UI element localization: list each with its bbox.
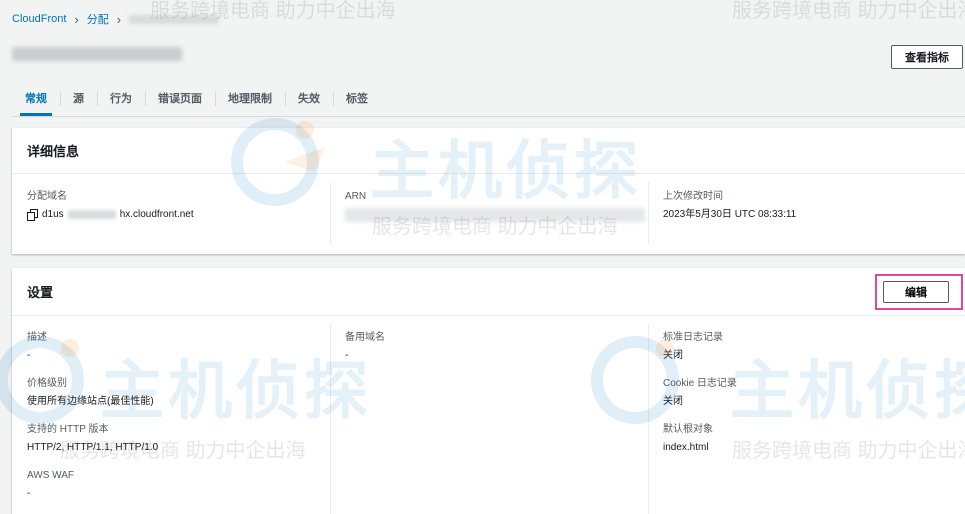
alternate-domain-label: 备用域名 [345,332,385,343]
price-class-field: 价格级别 使用所有边缘站点(最佳性能) [27,377,154,408]
price-class-label: 价格级别 [27,378,67,389]
arn-field: ARN [345,190,645,222]
description-value: - [27,350,31,361]
cookie-logging-value: 关闭 [663,396,683,407]
price-class-value: 使用所有边缘站点(最佳性能) [27,396,154,407]
tab-origins[interactable]: 源 [60,86,97,112]
alternate-domain-value: - [345,350,349,361]
alternate-domain-field: 备用域名 - [345,331,385,362]
tab-geo-restrictions[interactable]: 地理限制 [215,86,285,112]
details-panel-title: 详细信息 [12,128,965,174]
tab-bar: 常规 源 行为 错误页面 地理限制 失效 标签 [12,82,965,117]
aws-waf-field: AWS WAF - [27,469,74,500]
distribution-domain-suffix: hx.cloudfront.net [119,209,194,220]
default-root-object-field: 默认根对象 index.html [663,423,713,454]
breadcrumb-current-redacted [129,14,220,24]
details-panel: 详细信息 分配域名 d1us hx.cloudfront.net ARN 上次修改… [12,128,965,254]
settings-panel-title: 设置 [12,268,965,316]
tab-tags[interactable]: 标签 [333,86,381,112]
page-title-redacted [12,47,182,61]
breadcrumb-cloudfront-link[interactable]: CloudFront [12,13,66,25]
standard-logging-field: 标准日志记录 关闭 [663,331,723,362]
aws-waf-label: AWS WAF [27,470,75,481]
tab-error-pages[interactable]: 错误页面 [145,86,215,112]
distribution-domain-field: 分配域名 d1us hx.cloudfront.net [27,190,194,221]
domain-redacted [67,210,116,219]
breadcrumb: CloudFront › 分配 › [12,11,220,27]
default-root-object-label: 默认根对象 [663,424,713,435]
edit-settings-button[interactable]: 编辑 [883,281,949,303]
last-modified-field: 上次修改时间 2023年5月30日 UTC 08:33:11 [663,190,796,221]
arn-redacted [345,208,645,222]
chevron-right-icon: › [116,11,122,27]
cookie-logging-label: Cookie 日志记录 [663,378,737,389]
tab-general[interactable]: 常规 [12,86,60,116]
tab-invalidations[interactable]: 失效 [285,86,333,112]
distribution-domain-prefix: d1us [42,209,64,220]
http-versions-field: 支持的 HTTP 版本 HTTP/2, HTTP/1.1, HTTP/1.0 [27,423,158,454]
last-modified-label: 上次修改时间 [663,191,723,202]
default-root-object-value: index.html [663,442,709,453]
last-modified-value: 2023年5月30日 UTC 08:33:11 [663,209,797,220]
arn-label: ARN [345,191,367,202]
http-versions-value: HTTP/2, HTTP/1.1, HTTP/1.0 [27,442,159,453]
chevron-right-icon: › [74,11,79,27]
description-field: 描述 - [27,331,47,362]
view-metrics-button[interactable]: 查看指标 [891,45,963,69]
cookie-logging-field: Cookie 日志记录 关闭 [663,377,737,408]
http-versions-label: 支持的 HTTP 版本 [27,424,109,435]
tab-behaviors[interactable]: 行为 [97,86,145,112]
breadcrumb-distributions-link[interactable]: 分配 [87,11,109,27]
watermark-slogan: 服务跨境电商 助力中企出海 [732,0,965,22]
settings-panel: 设置 描述 - 价格级别 使用所有边缘站点(最佳性能) 支持的 HTTP 版本 … [12,268,965,514]
description-label: 描述 [27,332,47,343]
standard-logging-label: 标准日志记录 [663,332,723,343]
aws-waf-value: - [27,488,31,499]
distribution-domain-label: 分配域名 [27,191,67,202]
standard-logging-value: 关闭 [663,350,683,361]
copy-icon[interactable] [27,209,38,221]
